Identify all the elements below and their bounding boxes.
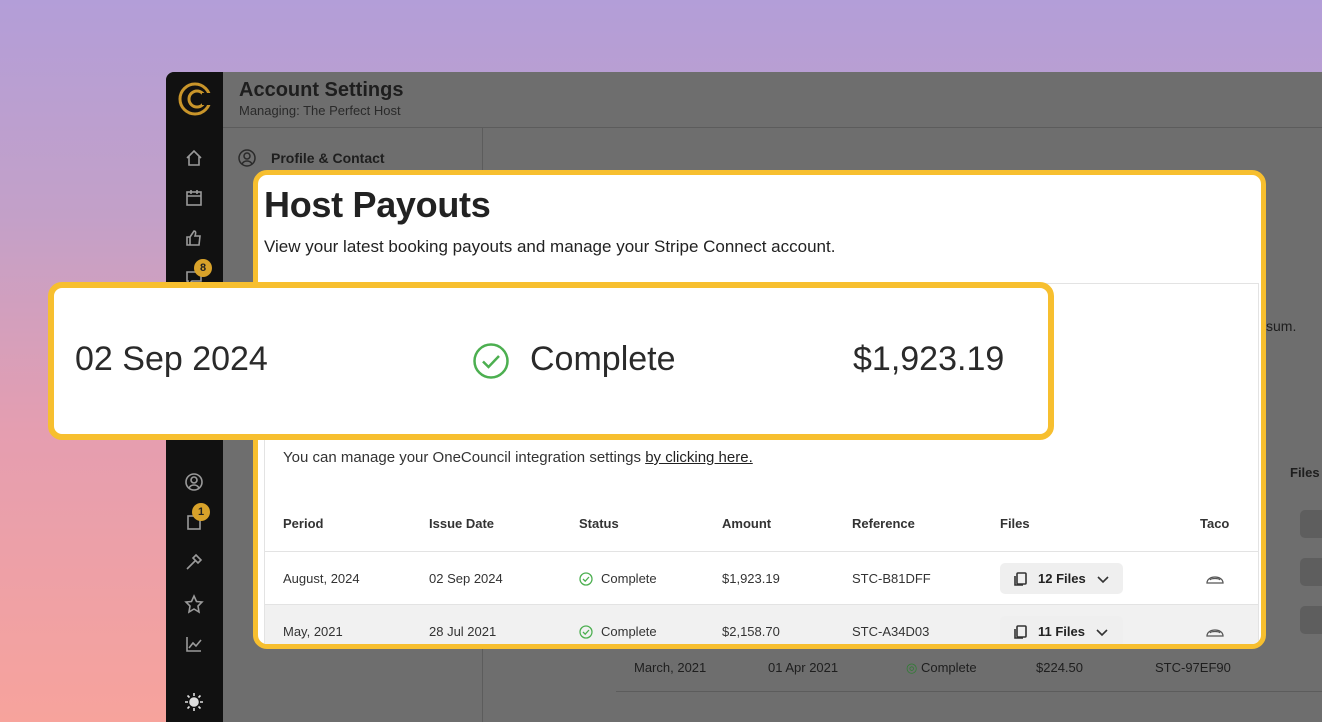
tools-icon[interactable]: [184, 552, 204, 572]
table-row[interactable]: May, 2021 28 Jul 2021 Complete $2,158.70…: [265, 605, 1258, 644]
chevron-down-icon: [1097, 575, 1109, 583]
ghost-description-tail: sum.: [1266, 318, 1297, 334]
zoom-amount: $1,923.19: [853, 340, 1005, 378]
cell-period: March, 2021: [634, 660, 707, 675]
files-count: 11 Files: [1038, 624, 1085, 639]
copy-button[interactable]: [1300, 606, 1322, 634]
col-files[interactable]: Files: [1000, 516, 1030, 531]
card-subtitle: View your latest booking payouts and man…: [264, 237, 836, 256]
cell-issue-date: 28 Jul 2021: [429, 624, 497, 639]
copy-button[interactable]: [1300, 510, 1322, 538]
check-circle-icon: [473, 343, 509, 379]
account-icon[interactable]: [184, 472, 204, 492]
check-circle-icon: [579, 571, 593, 586]
zoom-status: Complete: [530, 340, 676, 378]
copy-files-icon: [1014, 571, 1027, 586]
col-taco[interactable]: Taco: [1200, 516, 1229, 531]
col-reference[interactable]: Reference: [852, 516, 915, 531]
chevron-down-icon: [1096, 628, 1108, 636]
cell-status: ◎ Complete: [906, 660, 977, 676]
status-label: Complete: [920, 660, 977, 675]
app-header: Account Settings Managing: The Perfect H…: [223, 72, 1322, 128]
theme-toggle-icon[interactable]: [184, 692, 204, 712]
table-header: Period Issue Date Status Amount Referenc…: [265, 516, 1258, 552]
status-label: Complete: [601, 571, 657, 586]
status-label: Complete: [601, 624, 657, 639]
thumbs-up-icon[interactable]: [184, 228, 204, 248]
taco-icon[interactable]: [1206, 623, 1224, 639]
managing-subtitle: Managing: The Perfect Host: [239, 103, 401, 118]
check-icon: ◎: [906, 660, 918, 675]
analytics-icon[interactable]: [184, 634, 204, 654]
files-count: 12 Files: [1038, 571, 1086, 586]
integration-note-text: You can manage your OneCouncil integrati…: [283, 449, 646, 466]
cell-period: May, 2021: [283, 624, 343, 639]
taco-icon[interactable]: [1206, 570, 1224, 586]
brand-logo-icon: [178, 82, 212, 116]
cell-amount: $2,158.70: [722, 624, 780, 639]
copy-files-icon: [1014, 624, 1027, 639]
col-period[interactable]: Period: [283, 516, 323, 531]
cell-issue-date: 02 Sep 2024: [429, 571, 503, 586]
home-icon[interactable]: [184, 148, 204, 168]
cell-reference: STC-A34D03: [852, 624, 930, 639]
calendar-icon[interactable]: [184, 188, 204, 208]
documents-badge: 1: [192, 503, 210, 521]
zoom-date: 02 Sep 2024: [75, 340, 268, 378]
integration-note: You can manage your OneCouncil integrati…: [283, 449, 753, 466]
profile-icon: [238, 149, 256, 167]
cell-status: Complete: [579, 571, 657, 586]
star-icon[interactable]: [184, 594, 204, 614]
ghost-files-header: Files: [1290, 465, 1320, 480]
table-row[interactable]: August, 2024 02 Sep 2024 Complete $1,923…: [265, 552, 1258, 605]
files-dropdown-button[interactable]: 12 Files: [1000, 563, 1123, 594]
zoomed-row-callout: 02 Sep 2024 Complete $1,923.19: [48, 282, 1054, 440]
check-circle-icon: [579, 624, 593, 639]
cell-reference: STC-B81DFF: [852, 571, 931, 586]
copy-button[interactable]: [1300, 558, 1322, 586]
subnav-item-label: Profile & Contact: [271, 150, 385, 166]
col-status[interactable]: Status: [579, 516, 619, 531]
card-title: Host Payouts: [264, 184, 491, 225]
messages-badge: 8: [194, 259, 212, 277]
cell-period: August, 2024: [283, 571, 360, 586]
col-amount[interactable]: Amount: [722, 516, 771, 531]
cell-status: Complete: [579, 624, 657, 639]
subnav-item-profile[interactable]: Profile & Contact: [237, 148, 385, 168]
cell-amount: $1,923.19: [722, 571, 780, 586]
integration-settings-link[interactable]: by clicking here.: [645, 449, 753, 466]
cell-issue-date: 01 Apr 2021: [768, 660, 839, 675]
table-row[interactable]: March, 2021 01 Apr 2021 ◎ Complete $224.…: [616, 644, 1322, 692]
cell-amount: $224.50: [1036, 660, 1083, 675]
cell-reference: STC-97EF90: [1155, 660, 1231, 675]
col-issue-date[interactable]: Issue Date: [429, 516, 494, 531]
page-title: Account Settings: [239, 79, 404, 101]
files-dropdown-button[interactable]: 11 Files: [1000, 616, 1123, 644]
